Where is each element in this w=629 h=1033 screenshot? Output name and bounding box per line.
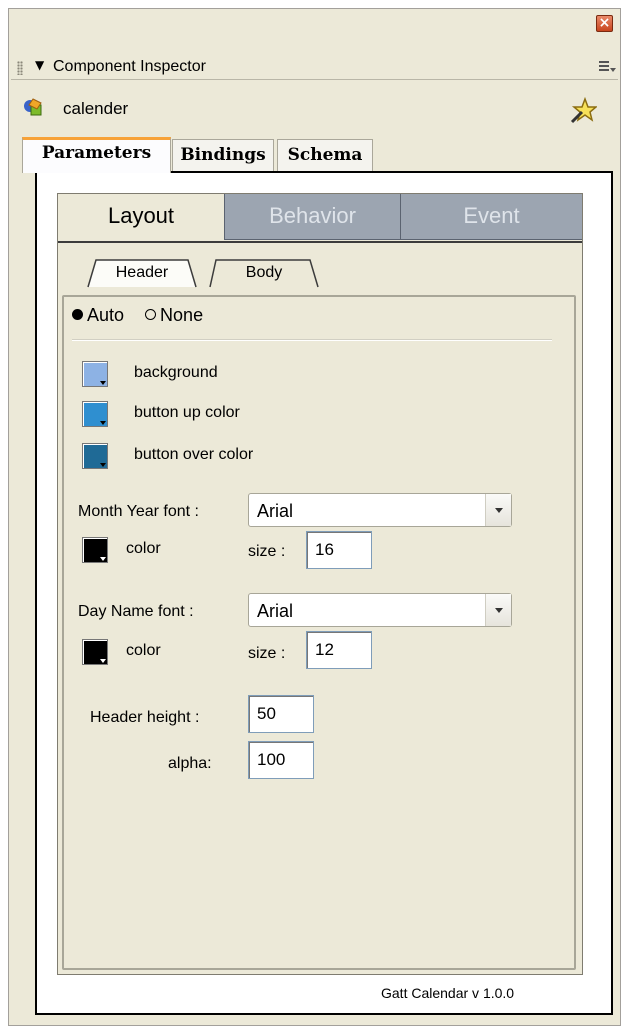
- tab-event[interactable]: Event: [400, 194, 582, 240]
- tab-layout[interactable]: Layout: [58, 194, 224, 240]
- parameters-panel: Layout Behavior Event Header Body Auto N…: [35, 171, 613, 1015]
- version-label: Gatt Calendar v 1.0.0: [381, 985, 515, 1001]
- panel-title: Component Inspector: [53, 58, 206, 75]
- day-name-font-select[interactable]: Arial: [248, 593, 512, 627]
- month-year-color-swatch[interactable]: [82, 537, 108, 563]
- day-name-font-label: Day Name font :: [78, 603, 194, 620]
- color-dropdown-icon: [100, 659, 106, 663]
- color-dropdown-icon: [100, 421, 106, 425]
- close-icon[interactable]: ×: [596, 15, 613, 32]
- background-color-swatch[interactable]: [82, 361, 108, 387]
- tab-behavior[interactable]: Behavior: [224, 194, 400, 240]
- background-color-label: background: [134, 364, 218, 381]
- header-height-input[interactable]: 50: [248, 695, 314, 733]
- button-up-color-label: button up color: [134, 404, 240, 421]
- select-arrow-icon[interactable]: [485, 494, 511, 526]
- radio-auto-label: Auto: [87, 305, 125, 325]
- grip-icon[interactable]: [17, 61, 23, 75]
- day-name-color-label: color: [126, 642, 161, 659]
- component-name: calender: [63, 99, 129, 118]
- panel-menu-icon[interactable]: [599, 59, 616, 75]
- mode-radio-group: Auto None: [72, 305, 203, 326]
- star-wand-icon[interactable]: [569, 97, 597, 125]
- calendar-settings-panel: Layout Behavior Event Header Body Auto N…: [57, 193, 583, 975]
- separator: [72, 339, 552, 341]
- collapse-arrow-icon[interactable]: ▼: [35, 58, 44, 72]
- tab-bindings[interactable]: Bindings: [172, 139, 274, 171]
- panel-titlebar[interactable]: ▼ Component Inspector: [11, 54, 618, 80]
- month-year-size-label: size :: [248, 543, 286, 560]
- color-dropdown-icon: [100, 557, 106, 561]
- component-icon: [24, 98, 42, 116]
- alpha-label: alpha:: [168, 755, 212, 772]
- button-up-color-swatch[interactable]: [82, 401, 108, 427]
- day-name-size-input[interactable]: 12: [306, 631, 372, 669]
- radio-none-label: None: [160, 305, 204, 325]
- button-over-color-swatch[interactable]: [82, 443, 108, 469]
- tab-schema[interactable]: Schema: [277, 139, 373, 171]
- tab-header[interactable]: Header: [96, 264, 188, 282]
- color-dropdown-icon: [100, 381, 106, 385]
- day-name-color-swatch[interactable]: [82, 639, 108, 665]
- select-arrow-icon[interactable]: [485, 594, 511, 626]
- radio-auto[interactable]: Auto: [72, 305, 124, 325]
- day-name-size-label: size :: [248, 645, 286, 662]
- month-year-font-value: Arial: [257, 501, 294, 521]
- alpha-input[interactable]: 100: [248, 741, 314, 779]
- month-year-font-label: Month Year font :: [78, 503, 199, 520]
- month-year-color-label: color: [126, 540, 161, 557]
- month-year-font-select[interactable]: Arial: [248, 493, 512, 527]
- button-over-color-label: button over color: [134, 446, 254, 463]
- radio-unselected-icon: [145, 309, 157, 320]
- tab-body[interactable]: Body: [218, 264, 310, 282]
- radio-selected-icon: [72, 309, 83, 320]
- header-height-label: Header height :: [90, 709, 200, 726]
- day-name-font-value: Arial: [257, 601, 294, 621]
- radio-none[interactable]: None: [145, 305, 203, 325]
- header-settings-group: Auto None background button up color but…: [62, 295, 576, 970]
- color-dropdown-icon: [100, 463, 106, 467]
- component-inspector-window: × ▼ Component Inspector calender Paramet…: [8, 8, 621, 1026]
- tab-parameters[interactable]: Parameters: [22, 137, 171, 173]
- sub-tab-divider: [58, 241, 582, 243]
- month-year-size-input[interactable]: 16: [306, 531, 372, 569]
